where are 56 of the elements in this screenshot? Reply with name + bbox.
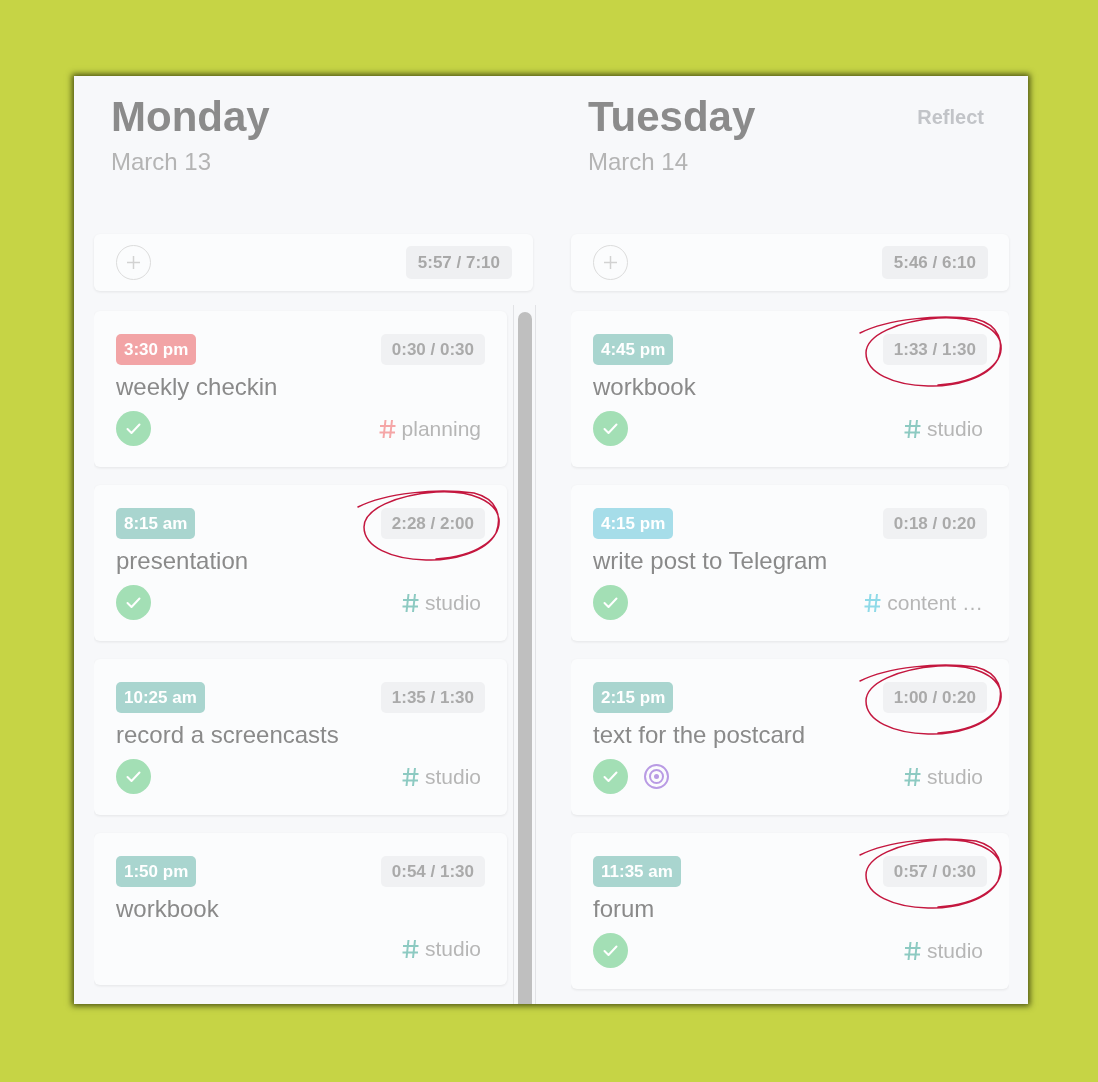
task-card[interactable]: 4:15 pm 0:18 / 0:20 write post to Telegram content … — [571, 485, 1009, 641]
start-time: 10:25 am — [116, 682, 205, 713]
tag-label: studio — [424, 936, 481, 962]
total-time: 5:57 / 7:10 — [405, 246, 512, 279]
tag-label: studio — [926, 938, 983, 964]
task-card[interactable]: 8:15 am 2:28 / 2:00 presentation studio — [94, 485, 507, 641]
start-time: 1:50 pm — [116, 856, 197, 887]
tracked-time: 0:18 / 0:20 — [882, 508, 987, 539]
task-card[interactable]: 1:50 pm 0:54 / 1:30 workbook studio — [94, 833, 507, 985]
plus-icon — [127, 256, 140, 269]
tracked-time: 0:57 / 0:30 — [882, 856, 987, 887]
tracked-time: 0:54 / 1:30 — [380, 856, 485, 887]
day-title: Tuesday — [588, 92, 756, 142]
tracked-time: 1:00 / 0:20 — [882, 682, 987, 713]
task-title: record a screencasts — [116, 720, 340, 750]
day-date: March 13 — [111, 147, 213, 177]
task-card[interactable]: 2:15 pm 1:00 / 0:20 text for the postcard studio — [571, 659, 1009, 815]
task-card[interactable]: 3:30 pm 0:30 / 0:30 weekly checkin planning — [94, 311, 507, 467]
task-card[interactable]: 10:25 am 1:35 / 1:30 record a screencasts studio — [94, 659, 507, 815]
tracked-time: 1:35 / 1:30 — [380, 682, 485, 713]
check-circle-icon[interactable] — [116, 411, 151, 446]
start-time: 8:15 am — [116, 508, 196, 539]
start-time: 4:15 pm — [593, 508, 674, 539]
check-circle-icon[interactable] — [593, 411, 628, 446]
task-title: workbook — [593, 372, 697, 402]
start-time: 4:45 pm — [593, 334, 674, 365]
tracked-time: 0:30 / 0:30 — [380, 334, 485, 365]
tag-label: studio — [926, 416, 983, 442]
task-title: weekly checkin — [116, 372, 279, 402]
task-title: text for the postcard — [593, 720, 807, 750]
start-time: 3:30 pm — [116, 334, 197, 365]
check-circle-icon[interactable] — [593, 933, 628, 968]
day-date: March 14 — [588, 147, 690, 177]
tag-label: studio — [424, 764, 481, 790]
task-title: forum — [593, 894, 656, 924]
tracked-time: 1:33 / 1:30 — [882, 334, 987, 365]
check-circle-icon[interactable] — [116, 759, 151, 794]
day-title: Monday — [111, 92, 270, 142]
task-title: write post to Telegram — [593, 546, 829, 576]
start-time: 2:15 pm — [593, 682, 674, 713]
check-circle-icon[interactable] — [593, 585, 628, 620]
check-circle-icon[interactable] — [593, 759, 628, 794]
tag-label: studio — [926, 764, 983, 790]
task-title: presentation — [116, 546, 250, 576]
task-card[interactable]: 11:35 am 0:57 / 0:30 forum studio — [571, 833, 1009, 989]
scrollbar-thumb[interactable] — [518, 312, 532, 1004]
task-card[interactable]: 4:45 pm 1:33 / 1:30 workbook studio — [571, 311, 1009, 467]
plus-icon — [604, 256, 617, 269]
tag-label: planning — [401, 416, 481, 442]
task-title: workbook — [116, 894, 220, 924]
check-circle-icon[interactable] — [116, 585, 151, 620]
start-time: 11:35 am — [593, 856, 681, 887]
tag-label: studio — [424, 590, 481, 616]
total-time: 5:46 / 6:10 — [881, 246, 988, 279]
tag-label: content … — [887, 590, 983, 616]
tracked-time: 2:28 / 2:00 — [380, 508, 485, 539]
